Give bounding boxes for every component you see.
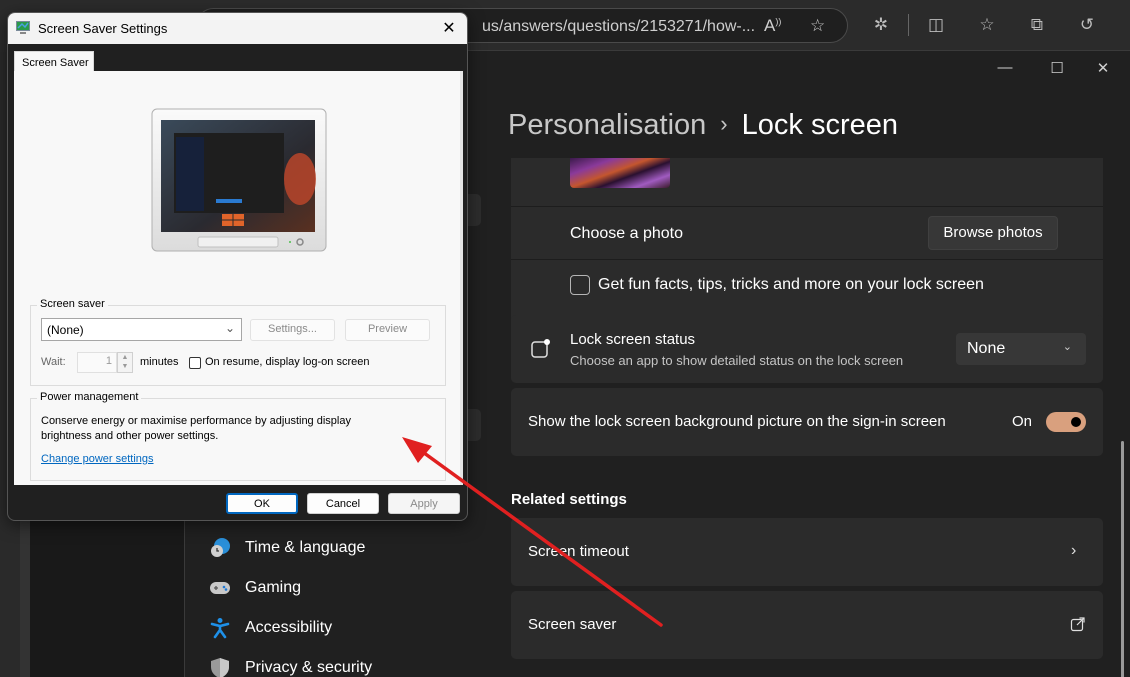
related-settings-heading: Related settings	[511, 491, 627, 508]
preview-button[interactable]: Preview	[345, 319, 430, 341]
wait-spinner[interactable]: ▲ ▼	[117, 352, 133, 373]
minutes-label: minutes	[140, 356, 179, 368]
toggle-state-label: On	[1012, 413, 1033, 430]
wait-minutes-input[interactable]: 1	[77, 352, 117, 373]
nav-label: Time & language	[245, 539, 366, 556]
screen-timeout-label: Screen timeout	[528, 543, 629, 560]
apply-button[interactable]: Apply	[388, 493, 460, 514]
nav-item-gaming[interactable]: Gaming	[209, 573, 301, 603]
screen-saver-dialog: Screen Saver Settings ✕ Screen Saver Scr…	[7, 12, 468, 521]
resume-logon-label: On resume, display log-on screen	[205, 356, 370, 368]
screen-saver-panel: Screen saver (None) ⌄ Settings... Previe…	[14, 71, 463, 485]
screen-saver-selected: (None)	[47, 323, 84, 337]
nav-item-time-language[interactable]: Time & language	[209, 533, 365, 563]
nav-label: Accessibility	[245, 619, 333, 636]
choose-photo-label: Choose a photo	[570, 225, 683, 242]
lock-status-subtitle: Choose an app to show detailed status on…	[570, 353, 904, 368]
lock-status-title: Lock screen status	[570, 331, 696, 348]
history-icon[interactable]: ↺	[1076, 14, 1098, 36]
screen-saver-select[interactable]: (None) ⌄	[41, 318, 242, 341]
wait-value: 1	[105, 355, 112, 367]
screen-saver-app-icon	[16, 21, 30, 34]
maximize-button[interactable]: ☐	[1047, 59, 1067, 77]
collections-icon[interactable]: ⧉	[1026, 14, 1048, 36]
divider	[511, 259, 1103, 260]
resume-logon-checkbox[interactable]	[189, 357, 201, 369]
fun-facts-label: Get fun facts, tips, tricks and more on …	[598, 276, 984, 293]
power-description-line1: Conserve energy or maximise performance …	[41, 415, 351, 427]
lock-status-value: None	[967, 340, 1006, 357]
browse-photos-button[interactable]: Browse photos	[928, 216, 1058, 250]
screen-saver-card[interactable]: Screen saver	[511, 591, 1103, 659]
favorite-star-icon[interactable]: ☆	[810, 16, 825, 36]
close-button[interactable]: ✕	[1093, 59, 1113, 77]
nav-item-privacy-security[interactable]: Privacy & security	[209, 653, 372, 677]
minimize-button[interactable]: —	[995, 59, 1015, 76]
screen-timeout-card[interactable]: Screen timeout ›	[511, 518, 1103, 586]
dialog-close-button[interactable]: ✕	[439, 18, 459, 38]
scrollbar[interactable]	[1121, 441, 1124, 677]
wait-label: Wait:	[41, 356, 66, 368]
lock-status-icon	[531, 339, 550, 358]
power-management-group: Power management Conserve energy or maxi…	[30, 391, 446, 481]
globe-clock-icon	[209, 537, 231, 559]
toggle-knob	[1071, 417, 1081, 427]
dialog-title: Screen Saver Settings	[38, 21, 168, 36]
shield-icon	[209, 657, 231, 677]
divider	[511, 206, 1103, 207]
lock-screen-preview-image	[570, 158, 670, 188]
signin-background-toggle[interactable]	[1046, 412, 1086, 432]
settings-button[interactable]: Settings...	[250, 319, 335, 341]
chevron-down-icon: ⌄	[1062, 341, 1072, 353]
address-text[interactable]: us/answers/questions/2153271/how-...	[482, 18, 755, 36]
tab-screen-saver[interactable]: Screen Saver	[14, 51, 94, 73]
lock-screen-status-card: Lock screen status Choose an app to show…	[511, 315, 1103, 383]
accessibility-icon	[209, 617, 231, 639]
change-power-settings-link[interactable]: Change power settings	[41, 453, 154, 465]
screen-saver-group: Screen saver (None) ⌄ Settings... Previe…	[30, 298, 446, 386]
signin-background-label: Show the lock screen background picture …	[528, 413, 946, 430]
fun-facts-checkbox[interactable]	[570, 275, 590, 295]
external-link-icon	[1070, 617, 1085, 632]
monitor-preview	[151, 108, 327, 252]
lock-status-dropdown[interactable]: None ⌄	[956, 333, 1086, 365]
nav-label: Privacy & security	[245, 659, 373, 676]
signin-background-card: Show the lock screen background picture …	[511, 388, 1103, 456]
breadcrumb-parent[interactable]: Personalisation	[508, 109, 706, 141]
extensions-icon[interactable]: ✲	[870, 14, 892, 36]
page-title: Lock screen	[741, 109, 898, 141]
cancel-button[interactable]: Cancel	[307, 493, 379, 514]
power-management-label: Power management	[37, 391, 142, 403]
power-description-line2: brightness and other power settings.	[41, 430, 219, 442]
split-screen-icon[interactable]: ◫	[925, 14, 947, 36]
chevron-right-icon: ›	[1071, 542, 1077, 559]
screen-saver-label: Screen saver	[528, 616, 617, 633]
chevron-down-icon: ⌄	[224, 321, 235, 335]
toolbar-separator	[908, 14, 909, 36]
breadcrumb: Personalisation › Lock screen	[508, 109, 898, 142]
gamepad-icon	[209, 577, 231, 599]
dialog-title-bar[interactable]: Screen Saver Settings ✕	[8, 13, 467, 44]
ok-button[interactable]: OK	[226, 493, 298, 514]
read-aloud-icon[interactable]: A))	[764, 16, 781, 36]
nav-item-accessibility[interactable]: Accessibility	[209, 613, 332, 643]
screen-saver-group-label: Screen saver	[37, 298, 108, 310]
nav-label: Gaming	[245, 579, 302, 596]
breadcrumb-separator: ›	[720, 111, 728, 136]
favorites-icon[interactable]: ☆	[976, 14, 998, 36]
